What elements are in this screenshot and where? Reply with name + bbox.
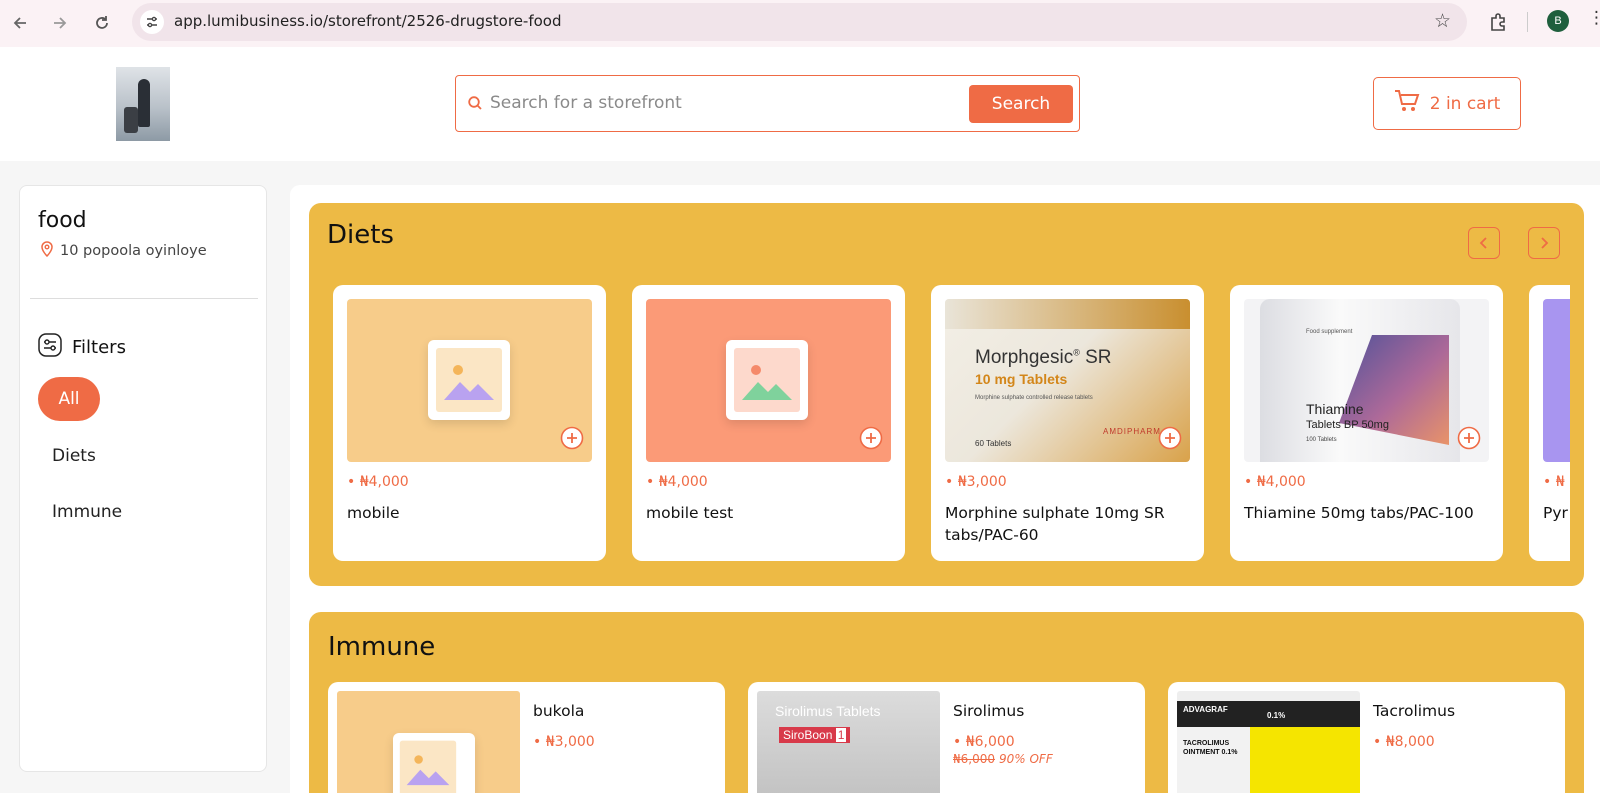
product-price: • ₦ [1543, 474, 1565, 490]
location-pin-icon [40, 241, 54, 261]
store-name: food [38, 208, 87, 233]
product-price: • ₦4,000 [347, 474, 409, 490]
filter-item-diets[interactable]: Diets [52, 446, 96, 466]
search-button[interactable]: Search [969, 85, 1073, 123]
site-settings-icon[interactable] [140, 10, 164, 34]
product-card[interactable]: ADVAGRAF TACROLIMUS OINTMENT 0.1% 0.1% T… [1168, 682, 1565, 793]
product-price: • ₦8,000 [1373, 734, 1435, 750]
address-bar[interactable]: app.lumibusiness.io/storefront/2526-drug… [132, 3, 1467, 41]
product-image-placeholder [337, 691, 520, 793]
product-name: mobile test [646, 504, 734, 522]
product-price: • ₦4,000 [646, 474, 708, 490]
product-name: Morphine sulphate 10mg SR tabs/PAC-60 [945, 504, 1165, 544]
browser-menu-icon[interactable]: ⋮ [1588, 8, 1600, 28]
cart-icon [1394, 89, 1420, 118]
product-name: mobile [347, 504, 400, 522]
product-card[interactable]: • ₦ Pyr [1529, 285, 1570, 561]
product-image: Morphgesic® SR 10 mg Tablets Morphine su… [945, 299, 1190, 462]
store-sidebar: food 10 popoola oyinloye Filters All Die… [19, 185, 267, 772]
extensions-icon[interactable] [1486, 10, 1510, 34]
bookmark-star-icon[interactable]: ☆ [1434, 10, 1451, 32]
search-icon [467, 95, 483, 115]
product-image: Sirolimus Tablets SiroBoon 1 [757, 691, 940, 793]
url-text: app.lumibusiness.io/storefront/2526-drug… [174, 12, 562, 30]
product-discount: ₦6,000 90% OFF [953, 752, 1053, 766]
product-card[interactable]: • ₦4,000 mobile test [632, 285, 905, 561]
product-image-placeholder [646, 299, 891, 462]
product-card[interactable]: Sirolimus Tablets SiroBoon 1 Sirolimus •… [748, 682, 1145, 793]
filters-title: Filters [72, 337, 126, 358]
product-image-placeholder [347, 299, 592, 462]
add-to-cart-icon[interactable] [560, 426, 584, 450]
product-name: Tacrolimus [1373, 702, 1456, 720]
browser-toolbar: app.lumibusiness.io/storefront/2526-drug… [0, 0, 1600, 47]
search-input[interactable] [490, 84, 920, 122]
filter-settings-icon [38, 333, 62, 362]
product-price: • ₦3,000 [945, 474, 1007, 490]
filters-heading: Filters [38, 333, 126, 362]
product-price: • ₦4,000 [1244, 474, 1306, 490]
forward-icon[interactable] [48, 11, 72, 35]
toolbar-divider [1527, 12, 1528, 32]
search-bar: Search [455, 75, 1080, 132]
filter-chip-all[interactable]: All [38, 377, 100, 421]
product-image-placeholder [1543, 299, 1570, 462]
product-card[interactable]: Food supplement Thiamine Tablets BP 50mg… [1230, 285, 1503, 561]
filter-item-immune[interactable]: Immune [52, 502, 122, 522]
product-card[interactable]: bukola • ₦3,000 [328, 682, 725, 793]
profile-avatar[interactable]: B [1547, 10, 1569, 32]
product-name: Thiamine 50mg tabs/PAC-100 [1244, 504, 1474, 522]
product-name: Pyr [1543, 504, 1568, 522]
store-address-text: 10 popoola oyinloye [60, 243, 207, 259]
add-to-cart-icon[interactable] [1457, 426, 1481, 450]
product-name: Sirolimus [953, 702, 1025, 720]
store-header: Search 2 in cart [0, 47, 1600, 161]
carousel-prev-button[interactable] [1468, 227, 1500, 259]
cart-button[interactable]: 2 in cart [1373, 77, 1521, 130]
product-price: • ₦6,000 [953, 734, 1015, 750]
store-logo[interactable] [116, 67, 170, 141]
product-name: bukola [533, 702, 585, 720]
immune-section: Immune bukola • ₦3,000 Sirolimus Tablets… [309, 612, 1584, 793]
immune-section-title: Immune [328, 632, 436, 662]
carousel-next-button[interactable] [1528, 227, 1560, 259]
product-price: • ₦3,000 [533, 734, 595, 750]
add-to-cart-icon[interactable] [1158, 426, 1182, 450]
back-icon[interactable] [8, 11, 32, 35]
product-card[interactable]: • ₦4,000 mobile [333, 285, 606, 561]
main-content: Diets • ₦4,000 mobile • ₦4,000 mobile te… [290, 185, 1600, 793]
diets-product-carousel: • ₦4,000 mobile • ₦4,000 mobile test Mor… [333, 285, 1570, 561]
reload-icon[interactable] [90, 11, 114, 35]
product-image: Food supplement Thiamine Tablets BP 50mg… [1244, 299, 1489, 462]
store-address: 10 popoola oyinloye [40, 241, 207, 261]
add-to-cart-icon[interactable] [859, 426, 883, 450]
product-card[interactable]: Morphgesic® SR 10 mg Tablets Morphine su… [931, 285, 1204, 561]
diets-section-title: Diets [327, 220, 394, 250]
product-image: ADVAGRAF TACROLIMUS OINTMENT 0.1% 0.1% [1177, 691, 1360, 793]
sidebar-divider [30, 298, 258, 299]
cart-count-label: 2 in cart [1429, 93, 1501, 114]
diets-section: Diets • ₦4,000 mobile • ₦4,000 mobile te… [309, 203, 1584, 586]
